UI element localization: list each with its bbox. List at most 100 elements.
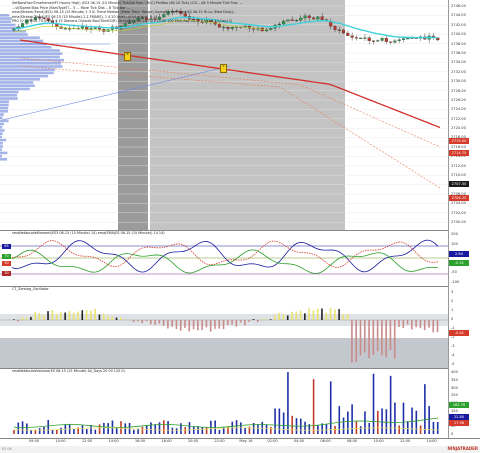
zerolag-bar bbox=[261, 319, 263, 320]
candle-body bbox=[320, 16, 324, 20]
volume-profile-bar bbox=[0, 87, 30, 91]
level-label: 70 bbox=[2, 254, 11, 259]
y-tick-label: 2742.00 bbox=[451, 22, 466, 27]
zerolag-chart[interactable] bbox=[0, 286, 448, 368]
time-axis[interactable]: 09:00 10:00 12:00 14:00 16:00 18:00 20:00 22:00… bbox=[0, 438, 448, 446]
volume-profile-bar bbox=[0, 126, 3, 129]
volume-bar bbox=[175, 428, 178, 434]
x-tick-label: 08:00 bbox=[346, 439, 358, 443]
zerolag-bar bbox=[55, 313, 58, 320]
zerolag-bar bbox=[120, 317, 122, 320]
zerolag-bar bbox=[325, 312, 328, 320]
zerolag-bar bbox=[252, 319, 255, 320]
y-tick-label: -5 bbox=[451, 362, 455, 366]
candle-body bbox=[282, 20, 286, 25]
zerolag-bar bbox=[188, 320, 191, 332]
volume-profile-bar bbox=[0, 113, 4, 116]
volume-y-axis[interactable]: 400350300250200150100500182.7022.8017.98 bbox=[448, 368, 480, 438]
volume-profile-bar bbox=[0, 97, 18, 100]
zerolag-pane[interactable]: CT_Zerolag_Oscillator 3 2 1 0 -1 -2 -3 -4 -5 -0.2… bbox=[0, 286, 480, 369]
zerolag-bar bbox=[90, 310, 92, 320]
footer-instrument: ES 06 bbox=[2, 447, 12, 451]
zerolag-bar bbox=[179, 320, 182, 331]
volume-bar bbox=[351, 404, 353, 434]
zerolag-bar bbox=[393, 320, 396, 359]
zerolag-bar bbox=[321, 308, 323, 320]
volume-bar bbox=[325, 423, 328, 434]
volume-chart[interactable] bbox=[0, 368, 448, 438]
volume-profile-bar bbox=[0, 36, 40, 39]
x-tick-label: 02:00 bbox=[267, 439, 278, 443]
zerolag-bar bbox=[419, 320, 422, 329]
volume-profile-bar bbox=[0, 81, 34, 84]
y-tick-label: 2720.00 bbox=[451, 126, 466, 131]
price-label: 2707.50 bbox=[449, 181, 469, 187]
candle-body bbox=[367, 37, 371, 41]
zerolag-bar bbox=[13, 319, 15, 320]
zerolag-bar bbox=[244, 320, 246, 326]
price-y-axis[interactable]: 2746.00 2744.00 2742.00 2740.00 2738.00 2736.… bbox=[448, 0, 480, 230]
zerolag-bar bbox=[295, 311, 298, 320]
oscillator-y-axis[interactable]: 200100500-50-1002.64-0.15 bbox=[448, 230, 480, 286]
volume-profile-bar bbox=[0, 49, 60, 52]
zerolag-bar bbox=[235, 320, 238, 327]
y-tick-label: -3 bbox=[451, 344, 455, 348]
candle-body bbox=[286, 19, 290, 22]
x-tick-label: 16:00 bbox=[134, 439, 146, 443]
volume-bar bbox=[43, 427, 45, 434]
zerolag-bar bbox=[81, 310, 84, 320]
trade-marker-sell[interactable]: S bbox=[220, 64, 227, 73]
y-tick-label: 2726.00 bbox=[451, 97, 466, 102]
zerolag-bar bbox=[222, 320, 225, 330]
y-tick-label: 2704.00 bbox=[451, 201, 466, 206]
y-tick-label: 250 bbox=[451, 393, 458, 398]
volume-bar bbox=[154, 424, 157, 434]
volume-pane[interactable]: smaNetdoubleVolume(ES 06-15 (15 Minute) … bbox=[0, 368, 480, 439]
zerolag-bar bbox=[30, 316, 32, 320]
volume-profile-bar bbox=[0, 103, 9, 107]
y-tick-label: 2712.00 bbox=[451, 163, 466, 168]
candle-body bbox=[350, 35, 354, 38]
zerolag-bar bbox=[64, 312, 66, 320]
volume-bar bbox=[137, 428, 139, 434]
zerolag-bar bbox=[411, 320, 413, 330]
zerolag-bar bbox=[68, 311, 71, 320]
oscillator-chart[interactable] bbox=[0, 230, 448, 286]
price-chart[interactable] bbox=[0, 0, 448, 230]
volume-bar bbox=[47, 420, 50, 434]
zerolag-bar bbox=[145, 320, 148, 322]
zerolag-bar bbox=[248, 320, 250, 322]
volume-bar bbox=[13, 429, 15, 434]
volume-profile-bar bbox=[0, 84, 35, 87]
trade-marker-buy[interactable]: B bbox=[124, 52, 131, 61]
zerolag-bar bbox=[167, 320, 169, 329]
volume-bar bbox=[278, 408, 281, 434]
header-line: PRG (0.25 0.01 70,0.35 ) 4.15 Stevens Ou… bbox=[12, 19, 233, 24]
y-tick-label: 2728.00 bbox=[451, 88, 466, 93]
y-tick-label: 2730.00 bbox=[451, 79, 466, 84]
y-tick-label: 400 bbox=[451, 370, 458, 374]
volume-profile-bar bbox=[0, 62, 62, 65]
volume-profile-bar bbox=[0, 33, 28, 36]
zerolag-y-axis[interactable]: 3 2 1 0 -1 -2 -3 -4 -5 -0.24 bbox=[448, 286, 480, 368]
zerolag-bar bbox=[389, 320, 392, 351]
zerolag-bar bbox=[34, 312, 36, 320]
price-pane[interactable]: SetBarsFromTimeframe(MY Hourly High) (ES… bbox=[0, 0, 480, 231]
zerolag-bar bbox=[351, 320, 353, 363]
volume-bar bbox=[402, 402, 405, 434]
volume-bar bbox=[368, 422, 371, 434]
candle-body bbox=[230, 27, 234, 29]
negative-zone bbox=[0, 338, 448, 368]
volume-bar bbox=[359, 426, 362, 434]
candle-body bbox=[380, 38, 384, 41]
level-label: 50 bbox=[2, 261, 11, 266]
zerolag-bar bbox=[308, 308, 310, 320]
y-tick-label: 200 bbox=[451, 232, 458, 236]
volume-profile-bar bbox=[0, 132, 3, 135]
zerolag-bar bbox=[175, 320, 178, 330]
y-tick-label: 2710.00 bbox=[451, 173, 466, 178]
zerolag-bar bbox=[107, 316, 109, 320]
price-label: 2704.25 bbox=[449, 195, 469, 201]
zerolag-bar bbox=[286, 315, 289, 320]
oscillator-pane[interactable]: smaNetdoubleMoment(ES3 06-15 (15 Minute)… bbox=[0, 230, 480, 287]
